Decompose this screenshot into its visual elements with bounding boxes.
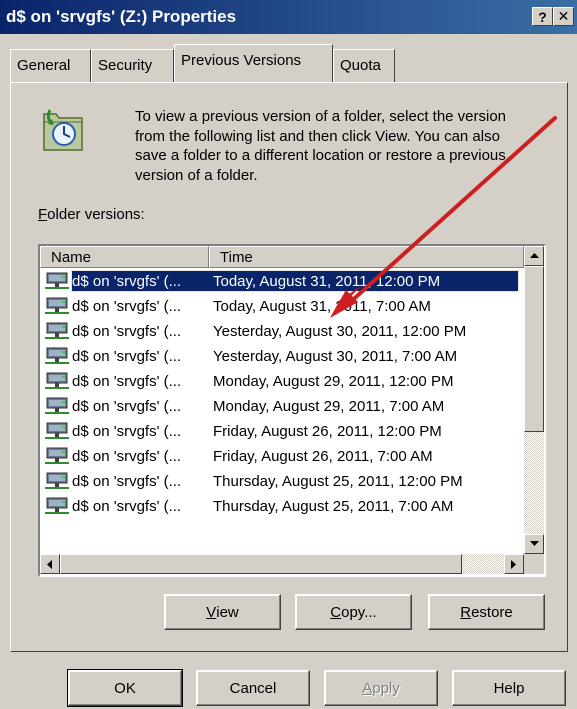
apply-button-rest: pply (372, 679, 400, 697)
title-bar: d$ on 'srvgfs' (Z:) Properties ? ✕ (0, 0, 577, 34)
window-title: d$ on 'srvgfs' (Z:) Properties (6, 7, 237, 26)
apply-button-accel: A (362, 679, 373, 697)
tab-previous-versions[interactable]: Previous Versions (174, 44, 333, 82)
apply-button[interactable]: Apply (324, 670, 438, 706)
help-title-button[interactable]: ? (532, 7, 553, 26)
close-button[interactable]: ✕ (553, 7, 574, 26)
tab-quota[interactable]: Quota (333, 49, 395, 82)
help-button[interactable]: Help (452, 670, 566, 706)
tab-general[interactable]: General (10, 49, 91, 82)
ok-button[interactable]: OK (67, 669, 183, 707)
cancel-button[interactable]: Cancel (196, 670, 310, 706)
tab-security[interactable]: Security (91, 49, 174, 82)
tab-panel (10, 82, 568, 652)
